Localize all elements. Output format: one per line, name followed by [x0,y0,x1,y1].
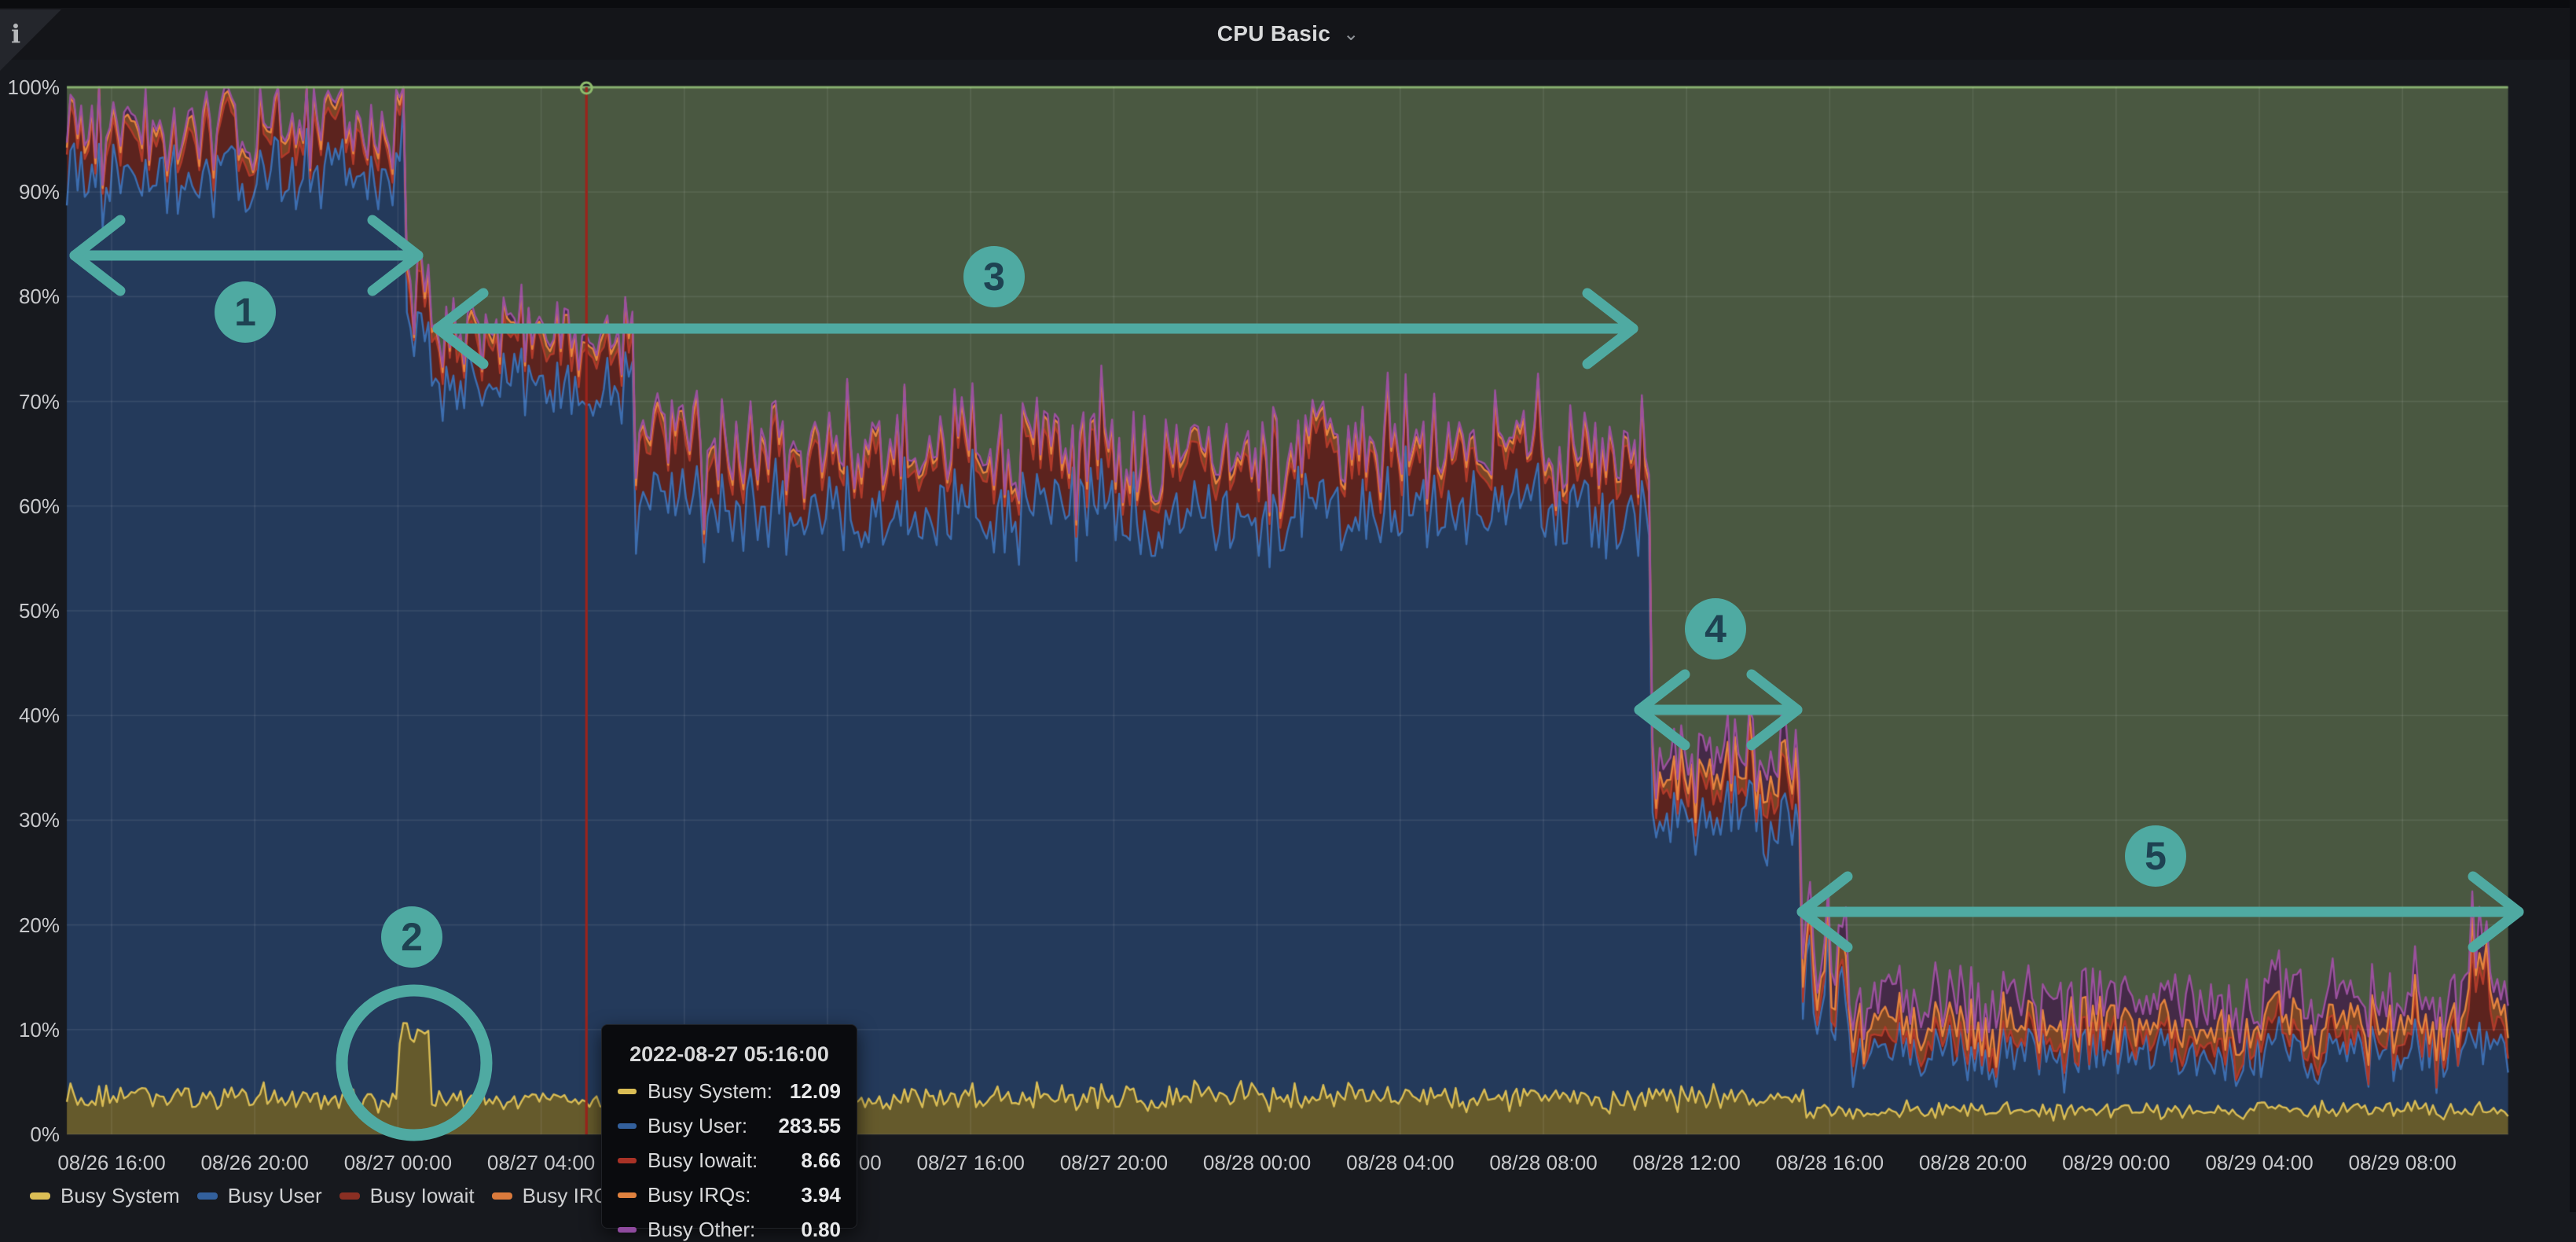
legend-label: Busy User [228,1184,322,1208]
x-tick-label: 08/28 08:00 [1489,1151,1597,1175]
tooltip-row: Busy IRQs: 3.94 [618,1183,841,1207]
tooltip-row: Busy Other: 0.80 [618,1218,841,1242]
x-tick-label: 08/27 04:00 [487,1151,595,1175]
y-tick-label: 70% [0,390,60,414]
chart-legend: Busy SystemBusy UserBusy IowaitBusy IRQs [30,1179,637,1212]
tooltip-series-swatch-icon [618,1158,637,1163]
cpu-usage-stacked-area-chart[interactable] [0,0,2576,1212]
tooltip-series-label: Busy System: [648,1079,772,1104]
y-tick-label: 100% [0,75,60,100]
legend-label: Busy Iowait [370,1184,475,1208]
tooltip-series-value: 12.09 [790,1079,841,1104]
right-edge-strip [2570,0,2576,1212]
tooltip-row: Busy User: 283.55 [618,1114,841,1138]
x-tick-label: 08/29 00:00 [2062,1151,2170,1175]
y-tick-label: 90% [0,180,60,204]
tooltip-series-label: Busy Iowait: [648,1148,758,1173]
legend-item[interactable]: Busy Iowait [339,1184,475,1208]
tooltip-series-value: 0.80 [801,1218,841,1242]
legend-swatch-icon [492,1192,512,1200]
x-tick-label: 08/26 20:00 [201,1151,309,1175]
tooltip-row: Busy Iowait: 8.66 [618,1148,841,1173]
tooltip-series-value: 3.94 [801,1183,841,1207]
legend-swatch-icon [339,1192,360,1200]
tooltip-series-label: Busy User: [648,1114,747,1138]
tooltip-series-swatch-icon [618,1123,637,1129]
tooltip-series-swatch-icon [618,1227,637,1233]
x-tick-label: 08/28 04:00 [1346,1151,1454,1175]
y-tick-label: 40% [0,704,60,728]
y-tick-label: 0% [0,1123,60,1147]
panel-header: CPU Basic ⌄ [0,0,2576,60]
x-tick-label: 08/28 12:00 [1633,1151,1741,1175]
tooltip-series-value: 283.55 [778,1114,841,1138]
legend-swatch-icon [30,1192,50,1200]
y-tick-label: 80% [0,285,60,309]
tooltip-series-value: 8.66 [801,1148,841,1173]
x-tick-label: 08/28 20:00 [1919,1151,2027,1175]
tooltip-series-label: Busy IRQs: [648,1183,750,1207]
x-tick-label: 08/28 00:00 [1203,1151,1311,1175]
info-icon[interactable]: i [11,19,20,49]
tooltip-series-swatch-icon [618,1192,637,1198]
chevron-down-icon[interactable]: ⌄ [1343,23,1359,46]
tooltip-series-swatch-icon [618,1089,637,1094]
x-tick-label: 08/26 16:00 [57,1151,165,1175]
x-tick-label: 08/27 00:00 [344,1151,452,1175]
y-tick-label: 50% [0,599,60,623]
y-tick-label: 10% [0,1018,60,1042]
legend-item[interactable]: Busy System [30,1184,180,1208]
panel-info-corner[interactable] [0,9,61,71]
tooltip-series-label: Busy Other: [648,1218,755,1242]
panel-title[interactable]: CPU Basic [1217,21,1330,46]
x-tick-label: 08/29 04:00 [2205,1151,2313,1175]
legend-item[interactable]: Busy User [197,1184,322,1208]
y-tick-label: 30% [0,808,60,832]
y-tick-label: 20% [0,913,60,938]
tooltip-timestamp: 2022-08-27 05:16:00 [618,1042,841,1067]
x-tick-label: 08/28 16:00 [1776,1151,1884,1175]
y-tick-label: 60% [0,494,60,519]
legend-label: Busy System [61,1184,180,1208]
x-tick-label: 08/27 20:00 [1060,1151,1168,1175]
legend-swatch-icon [197,1192,218,1200]
x-tick-label: 08/27 16:00 [917,1151,1025,1175]
tooltip-row: Busy System: 12.09 [618,1079,841,1104]
x-tick-label: 08/29 08:00 [2349,1151,2457,1175]
hover-tooltip: 2022-08-27 05:16:00 Busy System:12.09Bus… [601,1024,857,1229]
